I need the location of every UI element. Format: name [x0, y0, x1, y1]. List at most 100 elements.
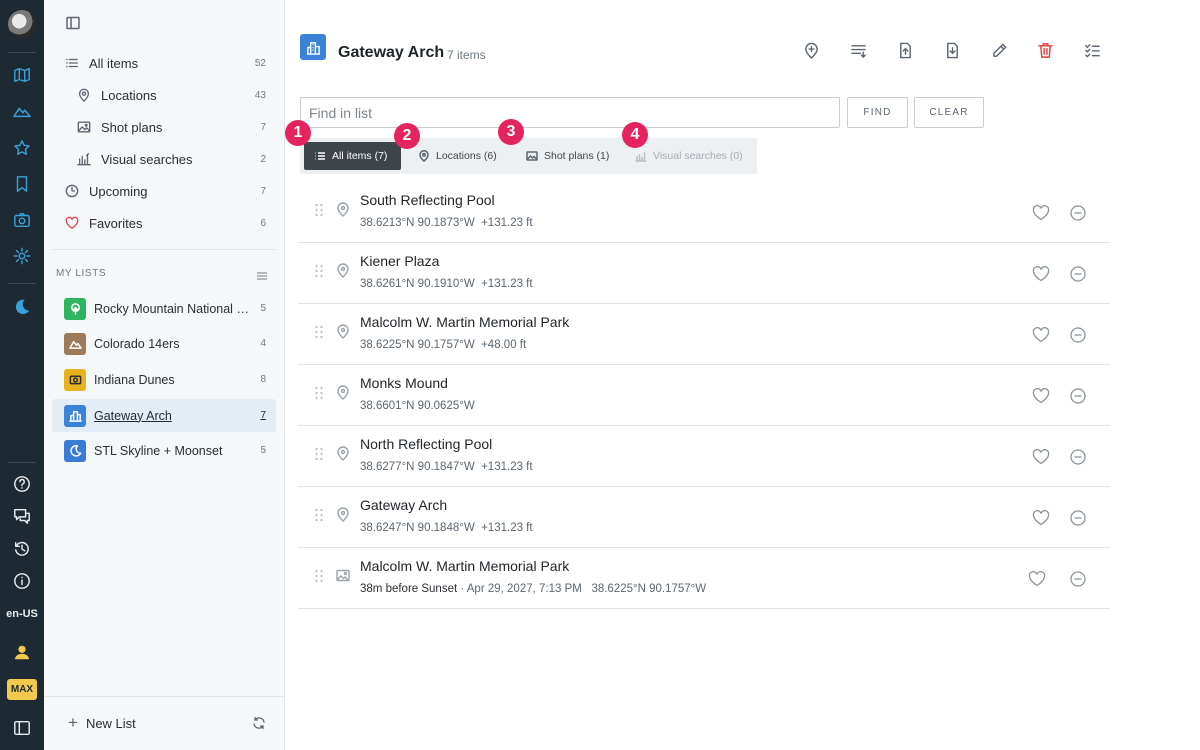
add-location-icon[interactable] [801, 40, 821, 60]
item-meta: 38.6213°N 90.1873°W +131.23 ft [360, 217, 533, 229]
drag-handle-icon[interactable] [314, 264, 324, 278]
gear-icon[interactable] [11, 245, 33, 267]
favorite-heart-icon[interactable] [1032, 449, 1050, 465]
item-coords: 38.6277°N 90.1847°W [360, 461, 475, 473]
export-icon[interactable] [895, 40, 915, 60]
drag-handle-icon[interactable] [314, 325, 324, 339]
favorite-heart-icon[interactable] [1032, 388, 1050, 404]
drag-handle-icon[interactable] [314, 386, 324, 400]
list-row[interactable]: Malcolm W. Martin Memorial Park 38m befo… [298, 548, 1110, 609]
item-coords: 38.6261°N 90.1910°W [360, 278, 475, 290]
item-event: 38m before Sunset [360, 583, 458, 595]
sidebar-item-count: 2 [260, 153, 266, 165]
delete-icon[interactable] [1035, 40, 1055, 60]
remove-icon[interactable] [1070, 327, 1086, 343]
sidebar-item-upcoming[interactable]: Upcoming 7 [52, 176, 276, 206]
edit-icon[interactable] [989, 40, 1009, 60]
sidebar-item-visual-searches[interactable]: Visual searches 2 [52, 144, 276, 174]
new-list-button[interactable]: + New List [68, 713, 136, 733]
camera-icon[interactable] [11, 209, 33, 231]
mountain-icon[interactable] [11, 100, 33, 122]
drag-handle-icon[interactable] [314, 508, 324, 522]
sort-icon[interactable] [848, 40, 868, 60]
city-icon [64, 404, 86, 427]
list-row[interactable]: Monks Mound 38.6601°N 90.0625°W [298, 365, 1110, 426]
help-icon[interactable] [11, 473, 33, 495]
pin-icon [419, 150, 429, 162]
sidebar-item-all-items[interactable]: All items 52 [52, 48, 276, 78]
list-row[interactable]: Gateway Arch 38.6247°N 90.1848°W +131.23… [298, 487, 1110, 548]
map-icon[interactable] [11, 64, 33, 86]
tab-locations[interactable]: Locations (6) [408, 142, 507, 170]
bookmark-icon[interactable] [11, 173, 33, 195]
import-icon[interactable] [942, 40, 962, 60]
find-button[interactable]: FIND [847, 97, 908, 128]
sidebar-item-favorites[interactable]: Favorites 6 [52, 208, 276, 238]
item-name[interactable]: Gateway Arch [360, 497, 447, 513]
history-icon[interactable] [11, 538, 33, 560]
main-panel: Gateway Arch 7 items FIND CLEAR All item… [285, 0, 1200, 750]
favorite-heart-icon[interactable] [1028, 571, 1046, 587]
favorite-heart-icon[interactable] [1032, 327, 1050, 343]
list-item-indiana-dunes[interactable]: Indiana Dunes 8 [52, 363, 276, 396]
remove-icon[interactable] [1070, 205, 1086, 221]
user-icon[interactable] [11, 641, 33, 663]
clear-button[interactable]: CLEAR [914, 97, 984, 128]
item-name[interactable]: South Reflecting Pool [360, 192, 495, 208]
list-row[interactable]: South Reflecting Pool 38.6213°N 90.1873°… [298, 182, 1110, 243]
sidebar-item-label: All items [89, 55, 139, 71]
chat-icon[interactable] [11, 505, 33, 527]
camera-icon [64, 368, 86, 391]
remove-icon[interactable] [1070, 510, 1086, 526]
tab-all-items[interactable]: All items (7) [304, 142, 401, 170]
list-item-label: Gateway Arch [94, 408, 172, 423]
sidebar-item-shot-plans[interactable]: Shot plans 7 [52, 112, 276, 142]
menu-icon[interactable] [256, 268, 268, 280]
remove-icon[interactable] [1070, 388, 1086, 404]
list-row[interactable]: Malcolm W. Martin Memorial Park 38.6225°… [298, 304, 1110, 365]
item-name[interactable]: Malcolm W. Martin Memorial Park [360, 558, 569, 574]
remove-icon[interactable] [1070, 571, 1086, 587]
moon-icon[interactable] [11, 296, 33, 318]
profile-avatar[interactable] [8, 10, 36, 38]
item-coords: 38.6601°N 90.0625°W [360, 400, 475, 412]
remove-icon[interactable] [1070, 449, 1086, 465]
list-item-rocky-mountain[interactable]: Rocky Mountain National Park 5 [52, 292, 276, 325]
favorite-heart-icon[interactable] [1032, 205, 1050, 221]
drag-handle-icon[interactable] [314, 569, 324, 583]
list-row[interactable]: Kiener Plaza 38.6261°N 90.1910°W +131.23… [298, 243, 1110, 304]
item-name[interactable]: Monks Mound [360, 375, 448, 391]
star-icon[interactable] [11, 137, 33, 159]
info-icon[interactable] [11, 570, 33, 592]
remove-icon[interactable] [1070, 266, 1086, 282]
sidebar-toggle-icon[interactable] [11, 717, 33, 739]
list-row[interactable]: North Reflecting Pool 38.6277°N 90.1847°… [298, 426, 1110, 487]
callout-badge: 4 [622, 122, 648, 148]
list-item-label: Rocky Mountain National Park [94, 301, 249, 316]
item-coords: 38.6225°N 90.1757°W [591, 583, 707, 595]
app-rail: en-US MAX [0, 0, 44, 750]
collapse-sidebar-icon[interactable] [66, 16, 80, 30]
search-input[interactable] [300, 97, 840, 128]
tab-visual-searches[interactable]: Visual searches (0) [625, 142, 753, 170]
item-elevation: +131.23 ft [481, 278, 533, 290]
item-name[interactable]: Malcolm W. Martin Memorial Park [360, 314, 569, 330]
item-count: 7 items [447, 48, 486, 62]
checklist-icon[interactable] [1082, 40, 1102, 60]
item-name[interactable]: Kiener Plaza [360, 253, 439, 269]
tab-shot-plans[interactable]: Shot plans (1) [516, 142, 619, 170]
language-label[interactable]: en-US [0, 608, 44, 620]
list-item-stl-skyline[interactable]: STL Skyline + Moonset 5 [52, 434, 276, 467]
sidebar-item-locations[interactable]: Locations 43 [52, 80, 276, 110]
item-meta: 38.6225°N 90.1757°W +48.00 ft [360, 339, 526, 351]
refresh-icon[interactable] [252, 716, 266, 730]
item-name[interactable]: North Reflecting Pool [360, 436, 492, 452]
drag-handle-icon[interactable] [314, 203, 324, 217]
city-icon [300, 34, 326, 60]
list-item-gateway-arch[interactable]: Gateway Arch 7 [52, 399, 276, 432]
callout-badge: 2 [394, 123, 420, 149]
favorite-heart-icon[interactable] [1032, 510, 1050, 526]
favorite-heart-icon[interactable] [1032, 266, 1050, 282]
list-item-colorado-14ers[interactable]: Colorado 14ers 4 [52, 327, 276, 360]
drag-handle-icon[interactable] [314, 447, 324, 461]
